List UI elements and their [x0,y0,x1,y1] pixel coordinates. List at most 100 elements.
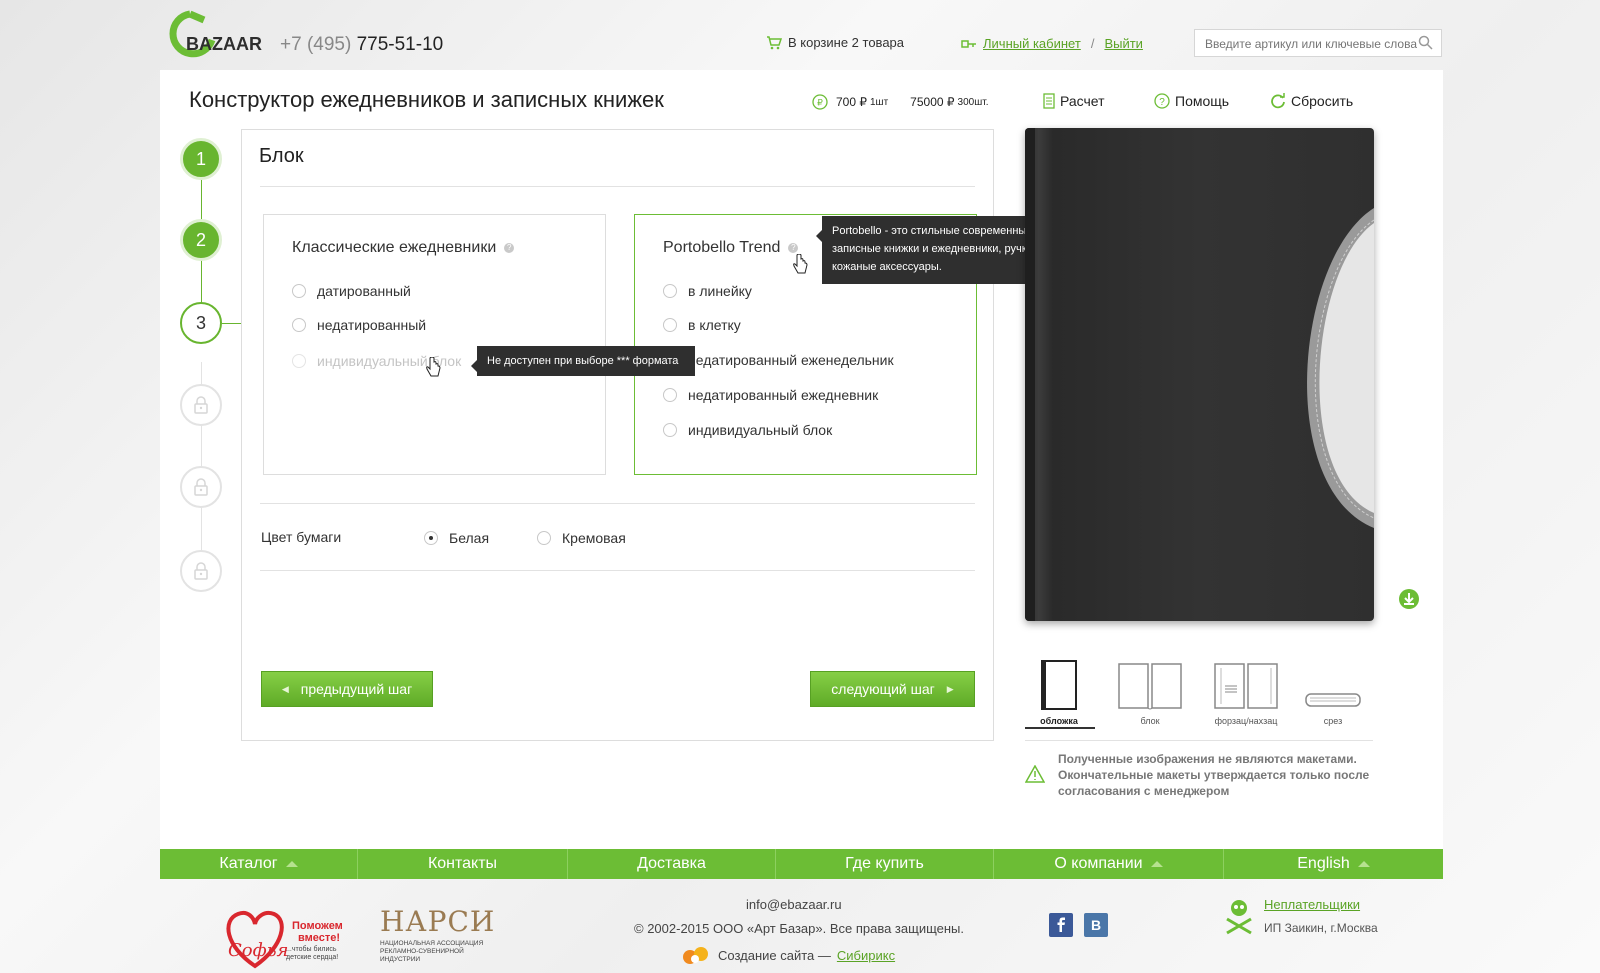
skull-icon [1226,900,1252,935]
step-3[interactable]: 3 [180,302,222,344]
portobello-option-weekly[interactable]: недатированный еженедельник [663,352,894,368]
reset-icon [1271,93,1285,109]
radio[interactable] [292,318,306,332]
portobello-option-individual[interactable]: индивидуальный блок [663,422,832,438]
charity-script: Софья [228,940,289,961]
narsi-subtitle: НАЦИОНАЛЬНАЯ АССОЦИАЦИЯ РЕКЛАМНО-СУВЕНИР… [380,940,484,963]
page-title: Конструктор ежедневников и записных книж… [189,87,664,112]
footer-nav-catalog[interactable]: Каталог [160,849,358,879]
step-4-locked [180,384,222,426]
cart[interactable]: В корзине 2 товара [766,35,904,50]
portobello-option-daily[interactable]: недатированный ежедневник [663,387,878,403]
charity-logo[interactable]: Софья Поможем вместе! ...чтобы бились де… [220,908,350,970]
lock-icon [194,562,208,580]
radio[interactable] [663,423,677,437]
step-1[interactable]: 1 [180,138,222,180]
classic-card-title: Классические ежедневники? [292,239,515,257]
footer-nav-where-to-buy[interactable]: Где купить [776,849,994,879]
account-link[interactable]: Личный кабинет [983,36,1081,51]
thumb-edge[interactable]: срез [1302,660,1364,726]
cart-text: В корзине 2 товара [788,35,905,50]
help-button[interactable]: ? Помощь [1154,93,1229,109]
prev-step-button[interactable]: ◀ предыдущий шаг [261,671,433,707]
svg-text:?: ? [1159,97,1165,108]
price-total: 75000 ₽ [910,95,955,109]
step-6-locked [180,550,222,592]
logo[interactable]: BAZAAR [168,10,262,62]
help-label: Помощь [1175,93,1230,109]
vk-icon[interactable]: B [1084,913,1108,937]
radio-checked[interactable] [424,531,438,545]
nonpayers-link[interactable]: Неплательщики [1264,897,1360,912]
calc-button[interactable]: Расчет [1043,93,1105,109]
thumb-selected-indicator [1025,727,1095,729]
ruble-icon: ₽ [812,94,828,110]
charity-line2: вместе! [298,932,341,944]
account-links: Личный кабинет / Выйти [961,36,1143,51]
thumb-endpaper[interactable]: форзац/нахзац [1208,660,1284,726]
nonpayers-subtitle: ИП Заикин, г.Москва [1264,921,1378,935]
price-unit: 700 ₽ [836,95,867,109]
classic-option-dated[interactable]: датированный [292,283,411,299]
footer-nav-delivery[interactable]: Доставка [568,849,776,879]
phone-code: +7 (495) [280,34,352,55]
footer-credits: Создание сайта — Сибирикс [680,945,895,965]
step-2[interactable]: 2 [180,219,222,261]
footer-nav-about[interactable]: О компании [994,849,1224,879]
radio[interactable] [537,531,551,545]
download-icon[interactable] [1398,588,1420,610]
footer-copyright: © 2002-2015 ООО «Арт Базар». Все права з… [634,921,964,936]
portobello-card-title: Portobello Trend? [663,239,799,257]
paper-color-cream[interactable]: Кремовая [537,530,626,546]
book-edge-icon [1305,693,1361,707]
expand-icon [1150,861,1163,867]
question-icon[interactable]: ? [788,242,799,253]
charity-line1: Поможем [292,920,343,932]
divider [260,186,975,187]
search-input[interactable] [1203,31,1419,57]
narsi-logo[interactable]: НАРСИ НАЦИОНАЛЬНАЯ АССОЦИАЦИЯ РЕКЛАМНО-С… [380,905,498,964]
logout-link[interactable]: Выйти [1104,36,1143,51]
charity-line3: ...чтобы бились детские сердца! [286,946,339,961]
document-icon [1043,93,1055,109]
portobello-option-grid[interactable]: в клетку [663,317,741,333]
radio[interactable] [663,388,677,402]
arrow-left-icon: ◀ [281,683,289,694]
reset-button[interactable]: Сбросить [1270,93,1353,109]
paper-color-white[interactable]: Белая [424,530,489,546]
svg-text:B: B [1091,917,1101,933]
portobello-option-lined[interactable]: в линейку [663,283,752,299]
hand-cursor-icon [793,254,808,274]
search-icon[interactable] [1418,35,1433,50]
radio[interactable] [292,284,306,298]
next-step-button[interactable]: следующий шаг ▶ [810,671,975,707]
arrow-right-icon: ▶ [946,683,954,694]
classic-option-undated[interactable]: недатированный [292,317,426,333]
cover-icon [1041,660,1077,710]
key-icon [961,39,976,48]
facebook-icon[interactable] [1049,913,1073,937]
endpaper-icon [1214,663,1278,709]
footer-nav-contacts[interactable]: Контакты [358,849,568,879]
narsi-title: НАРСИ [380,905,496,938]
lock-icon [194,478,208,496]
footer-nav-english[interactable]: English [1224,849,1443,879]
created-by: Создание сайта — [718,947,831,963]
thumb-cover[interactable]: обложка [1034,660,1084,726]
book-preview [1025,128,1374,621]
footer-nav: Каталог Контакты Доставка Где купить О к… [160,849,1443,879]
question-icon[interactable]: ? [504,242,515,253]
preview-notice: Полученные изображения не являются макет… [1058,752,1370,798]
footer-email[interactable]: info@ebazaar.ru [746,897,842,912]
radio[interactable] [663,284,677,298]
classic-disabled-tooltip: Не доступен при выборе *** формата [471,346,695,376]
svg-text:₽: ₽ [817,98,823,108]
section-title: Блок [259,145,304,167]
sibirix-link[interactable]: Сибирикс [837,948,895,963]
radio[interactable] [663,318,677,332]
thumb-block[interactable]: блок [1114,660,1186,726]
classic-card[interactable]: Классические ежедневники? датированный н… [263,214,606,475]
expand-icon [1357,861,1370,867]
reset-label: Сбросить [1291,93,1354,109]
divider [260,570,975,571]
